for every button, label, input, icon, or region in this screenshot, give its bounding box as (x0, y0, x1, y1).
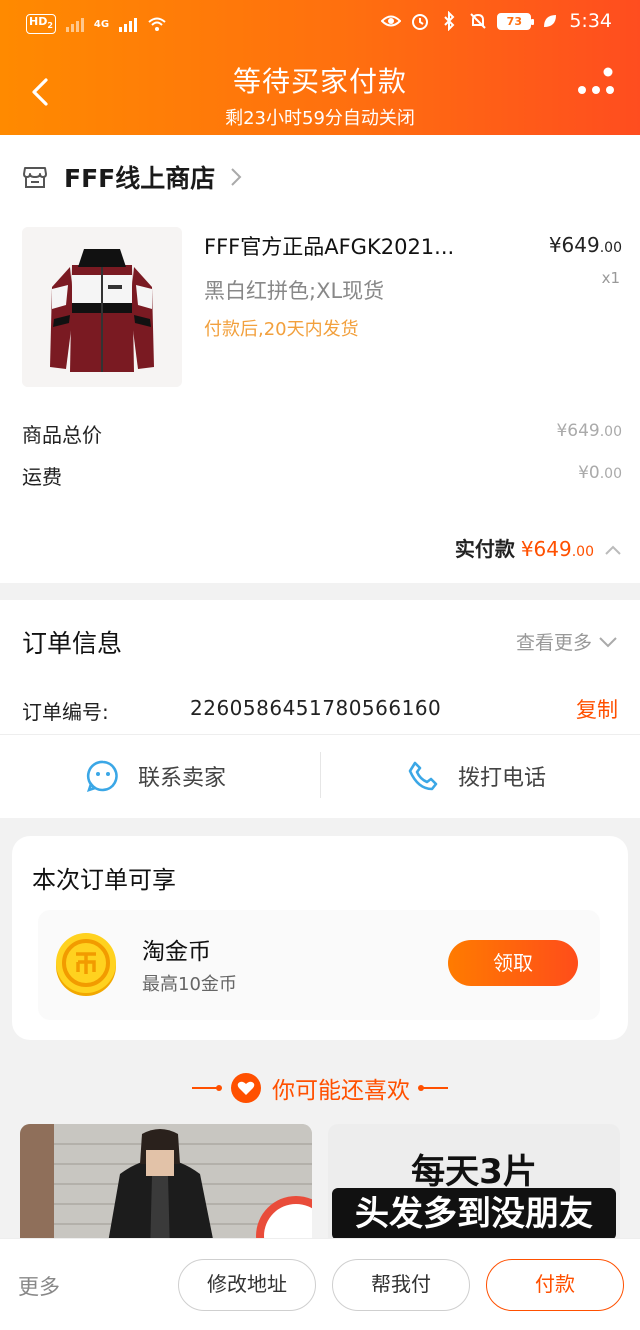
shipping-note: 付款后,20天内发货 (204, 319, 359, 340)
clock-time: 5:34 (569, 10, 612, 32)
benefits-title: 本次订单可享 (32, 866, 176, 894)
coin-reward: 淘金币 最高10金币 领取 (38, 910, 600, 1020)
divider (192, 1085, 222, 1091)
status-bar-left: HD2 4G (26, 14, 167, 35)
chat-face-icon (86, 760, 118, 793)
chevron-down-icon (599, 636, 617, 647)
shop-icon (23, 167, 47, 188)
call-phone-button[interactable]: 拨打电话 (406, 750, 546, 802)
order-header: HD2 4G 73 5:34 等待买家付款 剩23小时59分自动关闭 (0, 0, 640, 135)
divider (320, 752, 321, 798)
order-benefits-card: 本次订单可享 淘金币 最高10金币 领取 (12, 836, 628, 1040)
chevron-right-icon (231, 168, 242, 186)
auto-close-countdown: 剩23小时59分自动关闭 (225, 108, 415, 129)
order-number: 2260586451780566160 (190, 696, 442, 720)
product-photo (20, 1124, 312, 1254)
total-decimal: .00 (571, 544, 594, 560)
recommend-card[interactable]: 每天3片 头发多到没朋友 (328, 1124, 620, 1254)
chevron-up-icon (605, 545, 621, 555)
page-title: 等待买家付款 (232, 65, 407, 98)
product-quantity: x1 (601, 269, 620, 287)
total-value: ¥649.00 (521, 537, 594, 561)
shipping-fee-row: 运费 ¥0.00 (22, 461, 622, 491)
signal-strong-icon (119, 16, 138, 33)
alarm-icon (412, 14, 429, 30)
divider (418, 1085, 448, 1091)
leaf-icon (544, 15, 557, 27)
order-info-card: 订单信息 查看更多 订单编号: 2260586451780566160 复制 联… (0, 600, 640, 818)
coin-name: 淘金币 (142, 939, 211, 965)
shipping-fee-main: ¥0 (578, 463, 600, 483)
hd-indicator: HD2 (26, 14, 56, 35)
gold-coin-icon (56, 933, 116, 996)
call-phone-label: 拨打电话 (458, 766, 547, 791)
signal-icon (65, 16, 84, 33)
pay-button[interactable]: 付款 (486, 1259, 624, 1311)
wifi-icon (148, 17, 166, 32)
subtotal-row: 商品总价 ¥649.00 (22, 419, 622, 449)
contact-seller-button[interactable]: 联系卖家 (86, 750, 226, 802)
change-address-button[interactable]: 修改地址 (178, 1259, 316, 1311)
promo-text: 每天3片 (411, 1152, 537, 1192)
subtotal-label: 商品总价 (22, 423, 102, 447)
status-bar-right: 73 5:34 (381, 10, 612, 32)
more-options-icon[interactable] (574, 60, 618, 104)
help-pay-button[interactable]: 帮我付 (332, 1259, 470, 1311)
status-bar: HD2 4G 73 5:34 (0, 0, 640, 48)
contact-seller-label: 联系卖家 (138, 766, 227, 791)
shipping-fee-value: ¥0.00 (578, 463, 622, 483)
more-button[interactable]: 更多 (18, 1271, 60, 1301)
mute-bell-icon (470, 13, 487, 29)
product-title[interactable]: FFF官方正品AFGK2021... (204, 231, 494, 261)
promo-text: 头发多到没朋友 (332, 1188, 616, 1240)
order-items-card: FFF线上商店 FFF官方正品AFGK2021... 黑白红拼色;XL现货 付款… (0, 135, 640, 583)
recommend-card[interactable] (20, 1124, 312, 1254)
product-price: ¥649.00 (549, 233, 622, 257)
product-price-decimal: .00 (599, 240, 622, 256)
view-more-label: 查看更多 (515, 632, 592, 654)
shop-name: FFF线上商店 (64, 164, 216, 193)
shop-link[interactable]: FFF线上商店 (22, 159, 243, 195)
phone-icon (408, 761, 438, 791)
order-info-title: 订单信息 (22, 629, 123, 658)
divider (0, 734, 640, 735)
subtotal-main: ¥649 (556, 421, 600, 441)
eye-icon (381, 15, 402, 27)
battery-icon: 73 (497, 12, 535, 30)
bluetooth-icon (444, 11, 455, 31)
network-type: 4G (93, 18, 110, 30)
coin-description: 最高10金币 (142, 974, 237, 995)
jacket-image (22, 227, 182, 387)
total-label: 实付款 (454, 537, 515, 561)
product-price-main: ¥649 (548, 233, 600, 257)
product-spec: 黑白红拼色;XL现货 (204, 279, 385, 303)
subtotal-decimal: .00 (599, 424, 622, 440)
bottom-action-bar: 更多 修改地址 帮我付 付款 (0, 1238, 640, 1330)
subtotal-value: ¥649.00 (556, 421, 622, 441)
claim-button[interactable]: 领取 (448, 940, 578, 986)
shipping-fee-label: 运费 (22, 465, 62, 489)
copy-button[interactable]: 复制 (576, 694, 618, 724)
total-paid-row[interactable]: 实付款 ¥649.00 (455, 533, 622, 562)
order-number-label: 订单编号: (22, 700, 109, 724)
heart-icon (231, 1073, 261, 1103)
recommend-title: 你可能还喜欢 (272, 1078, 410, 1104)
product-image[interactable] (22, 227, 182, 387)
view-more-link[interactable]: 查看更多 (516, 628, 618, 655)
shipping-fee-decimal: .00 (599, 466, 622, 482)
total-main: ¥649 (520, 537, 572, 561)
recommend-header: 你可能还喜欢 (0, 1068, 640, 1108)
